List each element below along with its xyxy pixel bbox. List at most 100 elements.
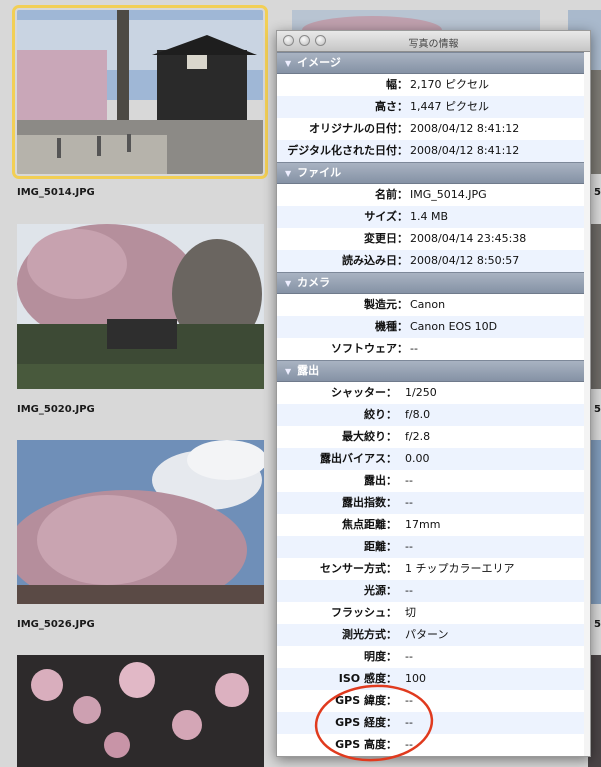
disclosure-triangle-icon[interactable]: ▼ <box>285 279 291 288</box>
photo-image <box>17 224 264 389</box>
section-title: 露出 <box>297 364 320 377</box>
row-label: デジタル化された日付： <box>287 144 408 157</box>
row-label: GPS 緯度： <box>335 694 397 707</box>
info-row: シャッター： 1/250 <box>277 382 590 404</box>
window-titlebar[interactable]: 写真の情報 <box>277 31 590 52</box>
photo-image <box>17 655 264 767</box>
window-title: 写真の情報 <box>408 39 459 50</box>
thumbnail-caption: IMG_5014.JPG <box>17 187 95 198</box>
info-row: 名前： IMG_5014.JPG <box>277 184 590 206</box>
info-row: 露出： -- <box>277 470 590 492</box>
disclosure-triangle-icon[interactable]: ▼ <box>285 59 291 68</box>
row-value: -- <box>410 342 418 355</box>
info-row-gps-altitude: GPS 高度： -- <box>277 734 590 756</box>
info-row: フラッシュ： 切 <box>277 602 590 624</box>
photo-info-window: 写真の情報 ▼ イメージ 幅： 2,170 ピクセル 高さ： 1,447 ピクセル オ… <box>276 30 591 757</box>
row-value: 切 <box>405 606 416 619</box>
row-value: -- <box>405 650 413 663</box>
photo-image <box>17 10 263 174</box>
row-value: 17mm <box>405 518 441 531</box>
info-row: 幅： 2,170 ピクセル <box>277 74 590 96</box>
info-row: 製造元： Canon <box>277 294 590 316</box>
row-label: シャッター： <box>331 386 397 399</box>
row-value: -- <box>405 694 413 707</box>
section-header-camera[interactable]: ▼ カメラ <box>277 272 590 294</box>
info-row: センサー方式： 1 チップカラーエリア <box>277 558 590 580</box>
thumbnail-caption-partial: 5 <box>594 404 601 415</box>
row-label: フラッシュ： <box>331 606 397 619</box>
section-title: カメラ <box>297 276 331 289</box>
row-value: IMG_5014.JPG <box>410 188 487 201</box>
row-label: 読み込み日： <box>342 254 408 267</box>
row-value: -- <box>405 716 413 729</box>
row-label: 最大絞り： <box>342 430 397 443</box>
info-row: 焦点距離： 17mm <box>277 514 590 536</box>
row-label: 絞り： <box>364 408 397 421</box>
photo-thumbnail-img-5020[interactable] <box>17 224 264 389</box>
row-value: -- <box>405 738 413 751</box>
row-value: -- <box>405 540 413 553</box>
photo-thumbnail-img-5026[interactable] <box>17 440 264 604</box>
disclosure-triangle-icon[interactable]: ▼ <box>285 367 291 376</box>
thumbnail-caption: IMG_5020.JPG <box>17 404 95 415</box>
section-header-exposure[interactable]: ▼ 露出 <box>277 360 590 382</box>
info-row: 高さ： 1,447 ピクセル <box>277 96 590 118</box>
info-row: サイズ： 1.4 MB <box>277 206 590 228</box>
row-label: 光源： <box>364 584 397 597</box>
row-label: 露出指数： <box>342 496 397 509</box>
row-label: GPS 高度： <box>335 738 397 751</box>
row-value: 2,170 ピクセル <box>410 78 489 91</box>
row-label: オリジナルの日付： <box>309 122 408 135</box>
thumbnail-caption-partial: 5 <box>594 619 601 630</box>
row-label: センサー方式： <box>320 562 397 575</box>
thumbnail-caption-partial: 5 <box>594 187 601 198</box>
row-value: 1 チップカラーエリア <box>405 562 515 575</box>
row-label: 製造元： <box>364 298 408 311</box>
info-row: 距離： -- <box>277 536 590 558</box>
row-label: 露出バイアス： <box>320 452 397 465</box>
row-value: 1/250 <box>405 386 437 399</box>
row-label: 露出： <box>364 474 397 487</box>
info-row: デジタル化された日付： 2008/04/12 8:41:12 <box>277 140 590 162</box>
row-value: 100 <box>405 672 426 685</box>
row-label: 焦点距離： <box>342 518 397 531</box>
info-row: 読み込み日： 2008/04/12 8:50:57 <box>277 250 590 272</box>
row-label: 距離： <box>364 540 397 553</box>
row-value: -- <box>405 584 413 597</box>
row-label: 幅： <box>386 78 408 91</box>
row-value: 1.4 MB <box>410 210 449 223</box>
info-row: 測光方式： パターン <box>277 624 590 646</box>
info-row: オリジナルの日付： 2008/04/12 8:41:12 <box>277 118 590 140</box>
info-row-gps-latitude: GPS 緯度： -- <box>277 690 590 712</box>
thumbnail-caption: IMG_5026.JPG <box>17 619 95 630</box>
row-label: 機種： <box>375 320 408 333</box>
section-header-image[interactable]: ▼ イメージ <box>277 52 590 74</box>
photo-thumbnail-img-5014[interactable] <box>12 5 268 179</box>
scrollbar[interactable] <box>584 52 590 756</box>
section-header-file[interactable]: ▼ ファイル <box>277 162 590 184</box>
row-value: パターン <box>405 628 449 641</box>
info-row: 変更日： 2008/04/14 23:45:38 <box>277 228 590 250</box>
photo-thumbnail[interactable] <box>17 655 264 767</box>
info-row: 機種： Canon EOS 10D <box>277 316 590 338</box>
info-row: 絞り： f/8.0 <box>277 404 590 426</box>
photo-image <box>17 440 264 604</box>
info-row: 明度： -- <box>277 646 590 668</box>
row-value: -- <box>405 474 413 487</box>
info-row: ISO 感度： 100 <box>277 668 590 690</box>
section-title: ファイル <box>297 166 342 179</box>
info-row: 最大絞り： f/2.8 <box>277 426 590 448</box>
row-value: 2008/04/12 8:41:12 <box>410 122 520 135</box>
row-label: 名前： <box>375 188 408 201</box>
row-value: 2008/04/14 23:45:38 <box>410 232 527 245</box>
info-row: ソフトウェア： -- <box>277 338 590 360</box>
info-row: 光源： -- <box>277 580 590 602</box>
section-title: イメージ <box>297 56 341 69</box>
row-value: f/2.8 <box>405 430 431 443</box>
disclosure-triangle-icon[interactable]: ▼ <box>285 169 291 178</box>
row-value: 2008/04/12 8:50:57 <box>410 254 520 267</box>
row-value: f/8.0 <box>405 408 431 421</box>
row-value: Canon <box>410 298 446 311</box>
row-value: 2008/04/12 8:41:12 <box>410 144 520 157</box>
row-label: ソフトウェア： <box>331 342 408 355</box>
